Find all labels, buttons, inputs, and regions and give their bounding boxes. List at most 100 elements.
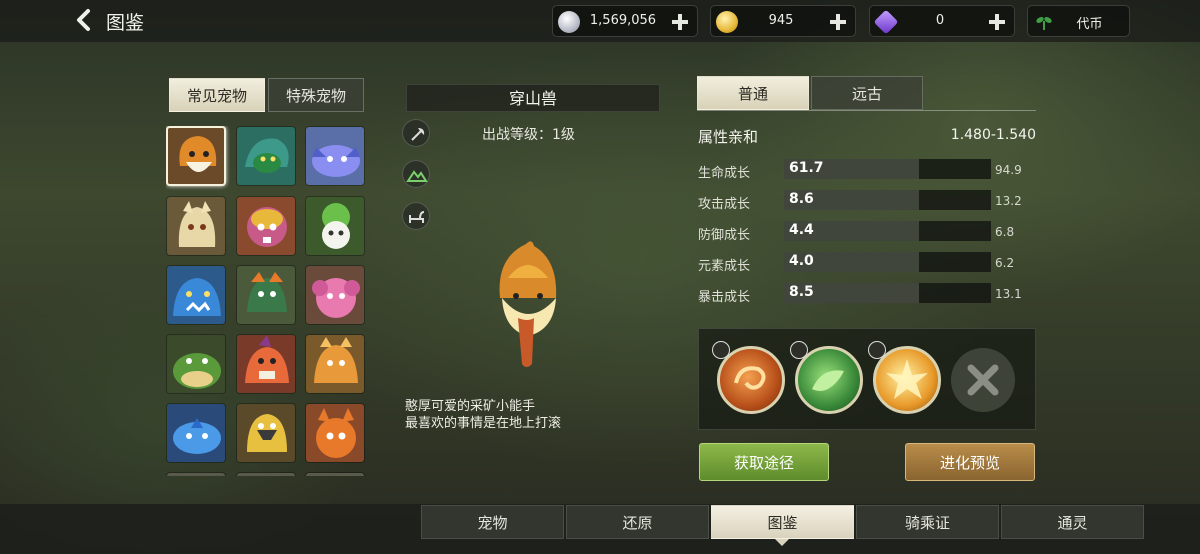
- pet-cell[interactable]: [166, 334, 226, 394]
- tab-underline: [697, 110, 1036, 111]
- pet-grid: [166, 126, 366, 476]
- stat-current: 4.0: [789, 253, 814, 269]
- pet-portrait-icon: [167, 404, 225, 462]
- lizard-skill-icon: [812, 370, 844, 391]
- tab-collection[interactable]: 图鉴: [711, 505, 854, 539]
- stat-bar: 4.0: [784, 252, 991, 272]
- pet-cell[interactable]: [305, 403, 365, 463]
- pet-cell[interactable]: [305, 472, 365, 476]
- stat-bar: 8.6: [784, 190, 991, 210]
- evolution-preview-button[interactable]: 进化预览: [905, 443, 1035, 481]
- currency-gem: 0: [869, 5, 1015, 37]
- skills-panel: [698, 328, 1036, 430]
- pet-cell[interactable]: [236, 403, 296, 463]
- pet-cell[interactable]: [236, 472, 296, 476]
- battle-level: 出战等级：1级: [482, 127, 575, 143]
- stat-bar: 4.4: [784, 221, 991, 241]
- add-gold-button[interactable]: [827, 11, 849, 33]
- stat-current: 4.4: [789, 222, 814, 238]
- currency-gold: 945: [710, 5, 856, 37]
- tab-special-pets[interactable]: 特殊宠物: [268, 78, 364, 112]
- whirlwind-skill-icon: [734, 366, 766, 390]
- locked-skill-slot: [951, 348, 1015, 412]
- pet-cell[interactable]: [236, 265, 296, 325]
- pet-name: 穿山兽: [406, 84, 660, 112]
- stat-label: 攻击成长: [698, 197, 751, 212]
- pet-portrait-icon: [167, 266, 225, 324]
- pet-description-line2: 最喜欢的事情是在地上打滚: [405, 416, 562, 431]
- stat-bar: 8.5: [784, 283, 991, 303]
- paw-icon: [712, 341, 730, 359]
- paw-icon: [790, 341, 808, 359]
- stat-label: 生命成长: [698, 166, 751, 181]
- tab-normal[interactable]: 普通: [697, 76, 809, 110]
- active-tab-indicator: [775, 539, 789, 546]
- stat-current: 8.5: [789, 284, 814, 300]
- pet-portrait-icon: [237, 127, 295, 185]
- skill-slot[interactable]: [790, 341, 863, 414]
- pet-portrait-icon: [167, 335, 225, 393]
- pet-cell[interactable]: [236, 196, 296, 256]
- paw-icon: [868, 341, 886, 359]
- affinity-value: 1.480-1.540: [950, 127, 1036, 143]
- obtain-method-button[interactable]: 获取途径: [699, 443, 829, 481]
- leaf-icon: [1033, 11, 1055, 33]
- tab-common-pets[interactable]: 常见宠物: [169, 78, 265, 112]
- mountain-icon: [406, 170, 428, 182]
- back-button[interactable]: [72, 7, 98, 33]
- stat-max: 94.9: [995, 163, 1022, 177]
- mount-button[interactable]: [402, 202, 430, 230]
- chevron-left-icon: [77, 9, 90, 31]
- tab-spirit[interactable]: 通灵: [1001, 505, 1144, 539]
- stat-label: 防御成长: [698, 228, 751, 243]
- stat-max: 13.2: [995, 194, 1022, 208]
- currency-silver-value: 1,569,056: [589, 13, 657, 28]
- stat-label: 元素成长: [698, 259, 751, 274]
- pet-portrait-icon: [306, 335, 364, 393]
- pet-cell[interactable]: [236, 126, 296, 186]
- add-silver-button[interactable]: [669, 11, 691, 33]
- currency-gem-value: 0: [935, 13, 945, 28]
- skill-slot[interactable]: [868, 341, 941, 414]
- tab-riding-license[interactable]: 骑乘证: [856, 505, 999, 539]
- burst-skill-icon: [886, 359, 928, 399]
- gold-coin-icon: [716, 11, 738, 33]
- currency-silver: 1,569,056: [552, 5, 698, 37]
- pet-cell[interactable]: [166, 196, 226, 256]
- stat-label: 暴击成长: [698, 290, 751, 305]
- stat-max: 6.2: [995, 256, 1015, 270]
- tab-restore[interactable]: 还原: [566, 505, 709, 539]
- add-gem-button[interactable]: [986, 11, 1008, 33]
- top-bar: 图鉴 1,569,056 945 0 代币: [0, 0, 1200, 42]
- skill-slot[interactable]: [712, 341, 785, 414]
- pet-model: [499, 241, 557, 367]
- pet-portrait-icon: [237, 197, 295, 255]
- axe-icon: [411, 128, 425, 141]
- pet-portrait-icon: [306, 266, 364, 324]
- pet-portrait-icon: [306, 197, 364, 255]
- pet-cell[interactable]: [305, 265, 365, 325]
- pet-cell[interactable]: [166, 265, 226, 325]
- saddle-icon: [409, 211, 425, 223]
- pet-cell[interactable]: [305, 196, 365, 256]
- axe-skill-button[interactable]: [402, 119, 430, 147]
- pet-portrait-icon: [237, 404, 295, 462]
- tab-ancient[interactable]: 远古: [811, 76, 923, 110]
- currency-token[interactable]: 代币: [1027, 5, 1130, 37]
- pet-cell[interactable]: [166, 126, 226, 186]
- pet-cell[interactable]: [305, 126, 365, 186]
- pet-portrait-icon: [168, 128, 224, 184]
- cross-icon: [967, 364, 999, 396]
- pet-portrait-icon: [167, 197, 225, 255]
- pet-portrait-icon: [237, 266, 295, 324]
- terrain-button[interactable]: [402, 160, 430, 188]
- pet-cell[interactable]: [166, 403, 226, 463]
- pet-cell[interactable]: [236, 334, 296, 394]
- pet-cell[interactable]: [305, 334, 365, 394]
- page-title: 图鉴: [106, 12, 145, 34]
- stat-max: 13.1: [995, 287, 1022, 301]
- pet-cell[interactable]: [166, 472, 226, 476]
- pet-portrait-icon: [306, 127, 364, 185]
- silver-coin-icon: [558, 11, 580, 33]
- tab-pets[interactable]: 宠物: [421, 505, 564, 539]
